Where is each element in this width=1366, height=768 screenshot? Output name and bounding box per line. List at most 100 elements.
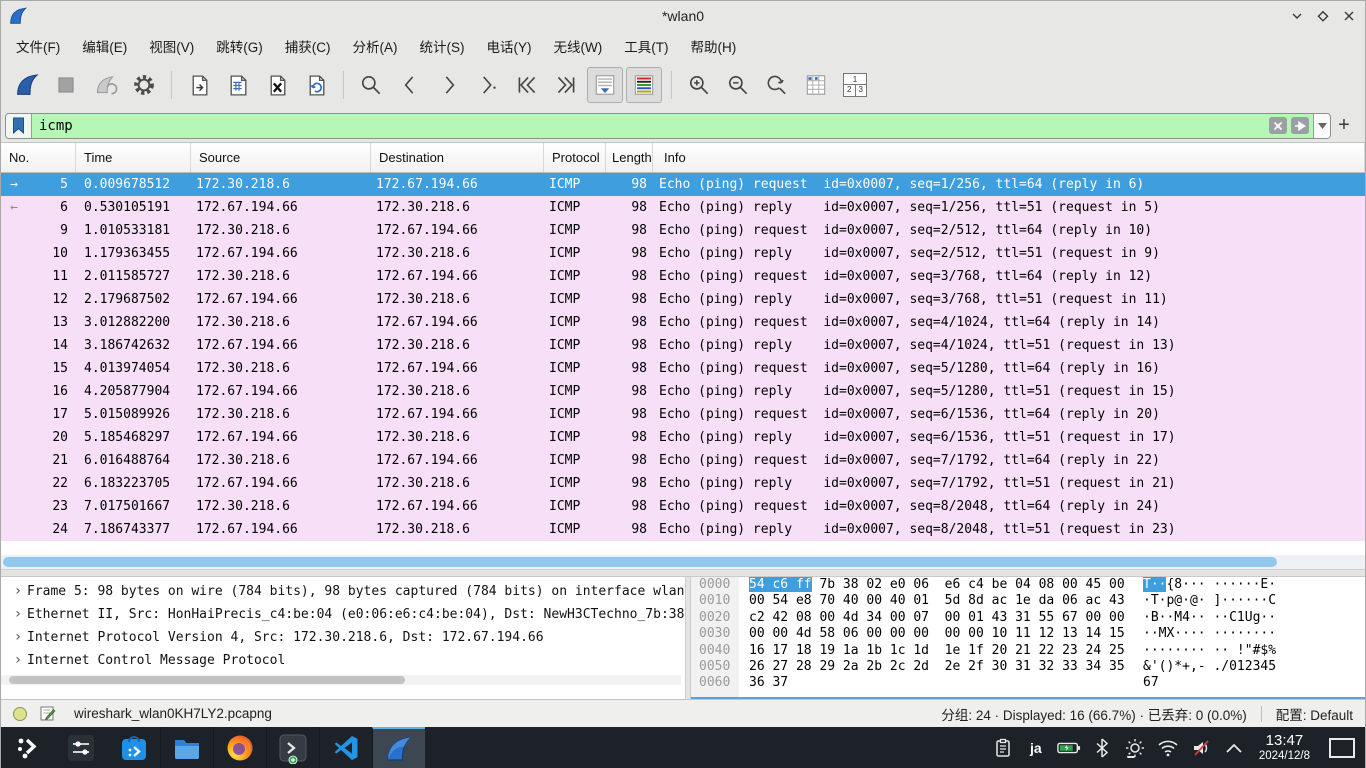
taskbar-vscode-button[interactable] <box>319 727 372 768</box>
hex-line[interactable]: 004016 17 18 19 1a 1b 1c 1d 1e 1f 20 21 … <box>691 643 1365 659</box>
menu-item-file[interactable]: 文件(F) <box>5 32 71 60</box>
start-capture-button[interactable] <box>9 67 45 103</box>
detail-tree-item[interactable]: ›Internet Control Message Protocol <box>1 649 685 672</box>
packet-row[interactable]: 164.205877904172.67.194.66172.30.218.6IC… <box>1 380 1365 403</box>
wifi-icon[interactable] <box>1156 736 1180 760</box>
restart-capture-button[interactable] <box>87 67 123 103</box>
open-file-button[interactable] <box>181 67 217 103</box>
taskbar-terminal-button[interactable] <box>266 727 319 768</box>
stop-capture-button[interactable] <box>48 67 84 103</box>
layout-button[interactable]: 1 23 <box>837 67 873 103</box>
first-packet-button[interactable] <box>509 67 545 103</box>
packet-row[interactable]: 91.010533181172.30.218.6172.67.194.66ICM… <box>1 219 1365 242</box>
hex-bytes[interactable]: 36 37 <box>749 675 788 690</box>
reload-file-button[interactable] <box>298 67 334 103</box>
menu-item-tools[interactable]: 工具(T) <box>613 32 679 60</box>
packet-list-hscrollbar[interactable] <box>1 555 1365 569</box>
menu-item-telephony[interactable]: 电话(Y) <box>476 32 543 60</box>
menu-item-go[interactable]: 跳转(G) <box>205 32 274 60</box>
scrollbar-thumb[interactable] <box>3 557 1277 567</box>
hex-ascii[interactable]: 67 <box>1143 675 1159 691</box>
go-to-packet-button[interactable] <box>470 67 506 103</box>
hex-line[interactable]: 006036 3767 <box>691 675 1365 691</box>
packet-row[interactable]: 226.183223705172.67.194.66172.30.218.6IC… <box>1 472 1365 495</box>
taskbar-launcher-button[interactable] <box>1 727 54 768</box>
zoom-out-button[interactable] <box>720 67 756 103</box>
packet-row[interactable]: 216.016488764172.30.218.6172.67.194.66IC… <box>1 449 1365 472</box>
previous-packet-button[interactable] <box>392 67 428 103</box>
expander-chevron-icon[interactable]: › <box>9 649 27 672</box>
packet-row[interactable]: 247.186743377172.67.194.66172.30.218.6IC… <box>1 518 1365 541</box>
minimize-button[interactable] <box>1288 8 1305 25</box>
capture-comment-icon[interactable] <box>39 705 56 722</box>
hex-bytes[interactable]: 00 00 4d 58 06 00 00 00 00 00 10 11 12 1… <box>749 626 1125 641</box>
packet-row[interactable]: ←60.530105191172.67.194.66172.30.218.6IC… <box>1 196 1365 219</box>
packet-row[interactable]: 237.017501667172.30.218.6172.67.194.66IC… <box>1 495 1365 518</box>
taskbar-settings-button[interactable] <box>54 727 107 768</box>
hex-bytes[interactable]: 26 27 28 29 2a 2b 2c 2d 2e 2f 30 31 32 3… <box>749 659 1125 674</box>
hex-ascii[interactable]: ········ ·· !"#$% <box>1143 643 1276 659</box>
expander-chevron-icon[interactable]: › <box>9 603 27 626</box>
packet-row[interactable]: 143.186742632172.67.194.66172.30.218.6IC… <box>1 334 1365 357</box>
menu-item-analyze[interactable]: 分析(A) <box>342 32 409 60</box>
column-header-time[interactable]: Time <box>76 143 191 172</box>
hex-ascii[interactable]: ·T·p@·@· ]······C <box>1143 593 1276 609</box>
display-filter-input[interactable]: icmp <box>5 113 1331 139</box>
menu-item-statistics[interactable]: 统计(S) <box>409 32 476 60</box>
detail-tree-item[interactable]: ›Frame 5: 98 bytes on wire (784 bits), 9… <box>1 580 685 603</box>
profile-label[interactable]: 配置: Default <box>1262 704 1365 724</box>
expert-info-icon[interactable] <box>13 707 27 721</box>
packet-row[interactable]: 205.185468297172.67.194.66172.30.218.6IC… <box>1 426 1365 449</box>
resize-columns-button[interactable] <box>798 67 834 103</box>
column-header-no[interactable]: No. <box>1 143 76 172</box>
brightness-icon[interactable] <box>1123 736 1147 760</box>
bluetooth-icon[interactable] <box>1090 736 1114 760</box>
tray-expand-chevron-icon[interactable] <box>1222 736 1246 760</box>
filter-apply-button[interactable] <box>1291 117 1309 134</box>
colorize-button[interactable] <box>626 67 662 103</box>
detail-tree-item[interactable]: ›Ethernet II, Src: HonHaiPrecis_c4:be:04… <box>1 603 685 626</box>
clock[interactable]: 13:47 2024/12/8 <box>1259 733 1310 762</box>
find-packet-button[interactable] <box>353 67 389 103</box>
details-hscrollbar[interactable] <box>1 675 681 685</box>
hex-line[interactable]: 0020c2 42 08 00 4d 34 00 07 00 01 43 31 … <box>691 610 1365 626</box>
hex-line[interactable]: 005026 27 28 29 2a 2b 2c 2d 2e 2f 30 31 … <box>691 659 1365 675</box>
maximize-button[interactable] <box>1314 8 1331 25</box>
last-packet-button[interactable] <box>548 67 584 103</box>
auto-scroll-button[interactable] <box>587 67 623 103</box>
close-button[interactable] <box>1340 8 1357 25</box>
taskbar-appstore-button[interactable] <box>107 727 160 768</box>
close-file-button[interactable] <box>259 67 295 103</box>
menu-item-capture[interactable]: 捕获(C) <box>274 32 342 60</box>
packet-row[interactable]: 122.179687502172.67.194.66172.30.218.6IC… <box>1 288 1365 311</box>
expander-chevron-icon[interactable]: › <box>9 580 27 603</box>
filter-bookmark-button[interactable] <box>6 114 32 138</box>
normal-size-button[interactable] <box>759 67 795 103</box>
packet-row[interactable]: 101.179363455172.67.194.66172.30.218.6IC… <box>1 242 1365 265</box>
packet-row[interactable]: 112.011585727172.30.218.6172.67.194.66IC… <box>1 265 1365 288</box>
packet-row[interactable]: 175.015089926172.30.218.6172.67.194.66IC… <box>1 403 1365 426</box>
taskbar-wireshark-button[interactable] <box>372 727 425 768</box>
column-header-source[interactable]: Source <box>191 143 371 172</box>
packet-row[interactable]: 154.013974054172.30.218.6172.67.194.66IC… <box>1 357 1365 380</box>
hex-bytes[interactable]: 00 54 e8 70 40 00 40 01 5d 8d ac 1e da 0… <box>749 593 1125 608</box>
pane-splitter[interactable] <box>1 569 1365 577</box>
menu-item-help[interactable]: 帮助(H) <box>679 32 747 60</box>
save-file-button[interactable] <box>220 67 256 103</box>
expander-chevron-icon[interactable]: › <box>9 626 27 649</box>
column-header-destination[interactable]: Destination <box>371 143 544 172</box>
input-method-indicator[interactable]: ja <box>1024 736 1048 760</box>
column-header-info[interactable]: Info <box>653 143 1365 172</box>
show-desktop-button[interactable] <box>1329 738 1355 758</box>
filter-add-button[interactable]: + <box>1331 114 1357 137</box>
hex-line[interactable]: 000054 c6 ff 7b 38 02 e0 06 e6 c4 be 04 … <box>691 577 1365 593</box>
hex-ascii[interactable]: T··{8··· ······E· <box>1143 577 1276 593</box>
packet-row[interactable]: →50.009678512172.30.218.6172.67.194.66IC… <box>1 173 1365 196</box>
scrollbar-thumb[interactable] <box>9 676 405 684</box>
hex-ascii[interactable]: ··MX···· ········ <box>1143 626 1276 642</box>
hex-bytes[interactable]: c2 42 08 00 4d 34 00 07 00 01 43 31 55 6… <box>749 610 1125 625</box>
battery-icon[interactable] <box>1057 736 1081 760</box>
zoom-in-button[interactable] <box>681 67 717 103</box>
hex-ascii[interactable]: &'()*+,- ./012345 <box>1143 659 1276 675</box>
column-header-length[interactable]: Length <box>606 143 653 172</box>
